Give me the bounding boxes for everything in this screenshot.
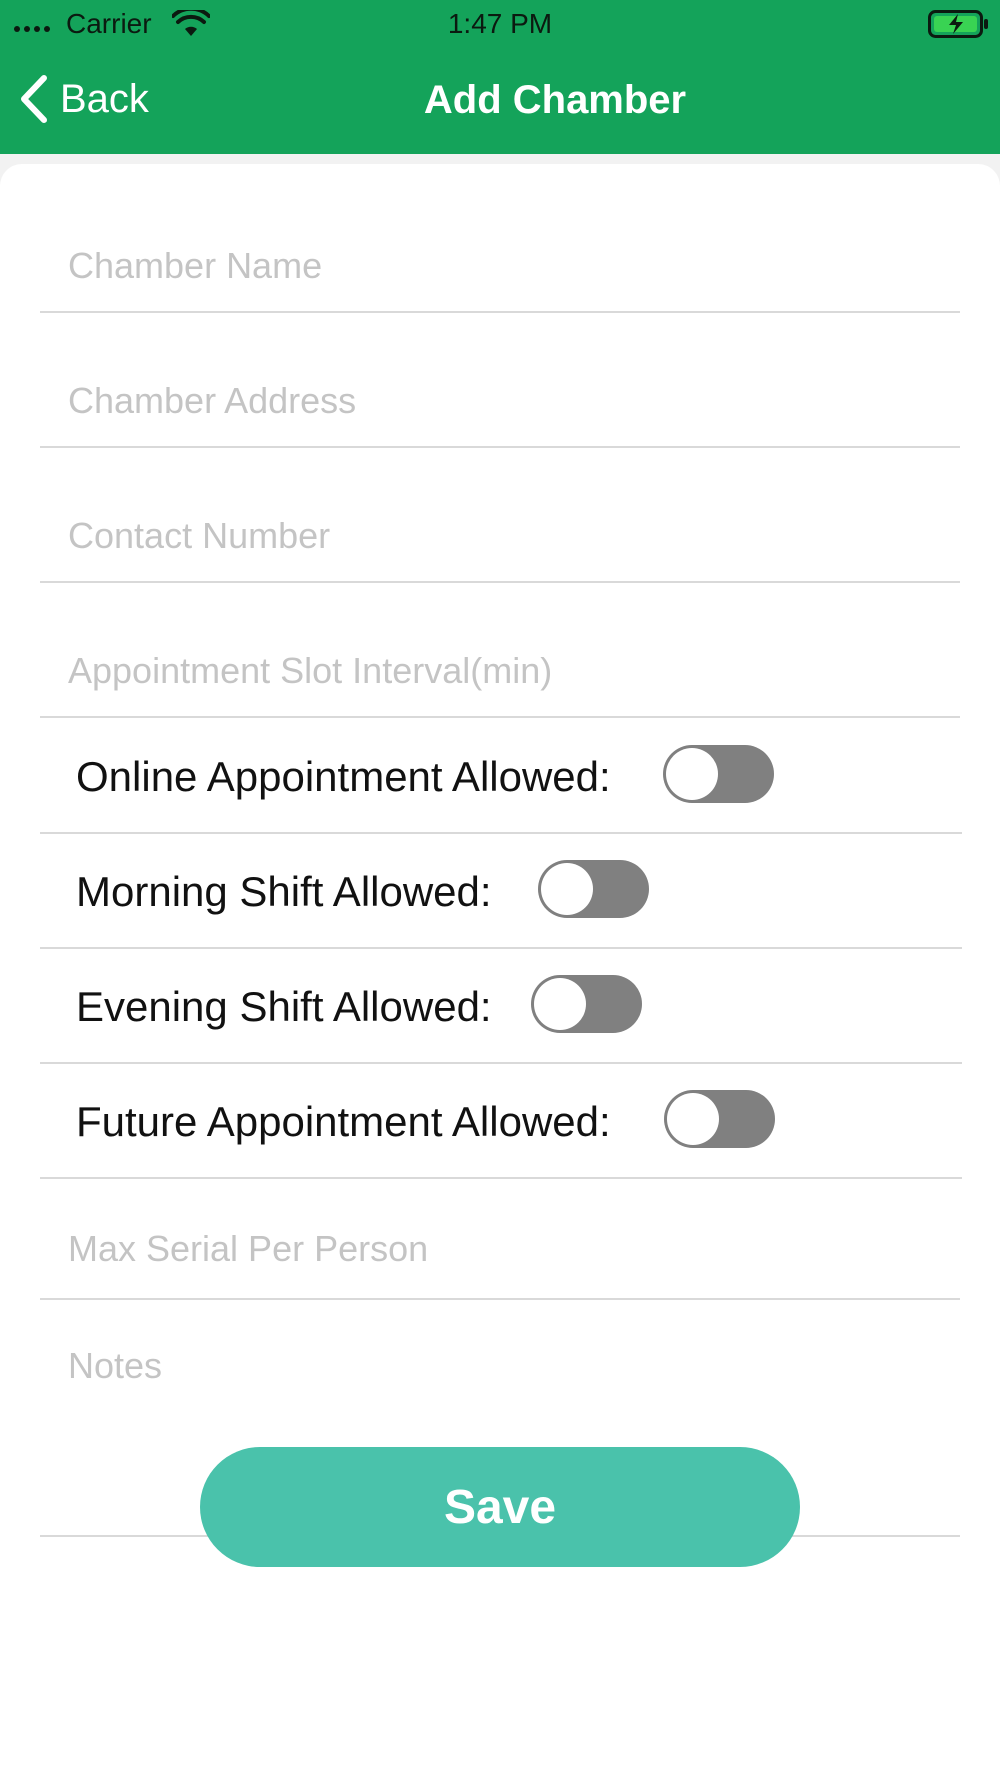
morning-shift-switch[interactable]: [538, 860, 649, 918]
online-appointment-label: Online Appointment Allowed:: [76, 753, 611, 800]
future-appointment-switch[interactable]: [664, 1090, 775, 1148]
battery-charging-icon: [928, 10, 990, 45]
online-appointment-row: Online Appointment Allowed:: [40, 719, 962, 834]
contact-number-input[interactable]: [68, 506, 948, 566]
chamber-address-input[interactable]: [68, 371, 948, 431]
switch-knob: [541, 863, 593, 915]
future-appointment-row: Future Appointment Allowed:: [40, 1064, 962, 1179]
max-serial-field: [40, 1205, 960, 1300]
navigation-bar: Back Add Chamber: [0, 48, 1000, 154]
contact-number-field: [40, 498, 960, 583]
chamber-address-field: [40, 363, 960, 448]
switch-knob: [667, 1093, 719, 1145]
evening-shift-switch[interactable]: [531, 975, 642, 1033]
page-title: Add Chamber: [423, 78, 687, 122]
switch-knob: [534, 978, 586, 1030]
morning-shift-row: Morning Shift Allowed:: [40, 834, 962, 949]
morning-shift-label: Morning Shift Allowed:: [76, 868, 492, 915]
status-bar: Carrier 1:47 PM: [0, 0, 1000, 48]
slot-interval-input[interactable]: [68, 641, 948, 701]
switch-knob: [666, 748, 718, 800]
chamber-name-field: [40, 228, 960, 313]
chamber-name-input[interactable]: [68, 236, 948, 296]
status-time: 1:47 PM: [447, 8, 553, 39]
max-serial-input[interactable]: [68, 1219, 948, 1279]
slot-interval-field: [40, 633, 960, 718]
save-button[interactable]: Save: [200, 1447, 800, 1567]
future-appointment-label: Future Appointment Allowed:: [76, 1098, 611, 1145]
header-bar: Carrier 1:47 PM Back Add Chamber: [0, 0, 1000, 154]
online-appointment-switch[interactable]: [663, 745, 774, 803]
evening-shift-row: Evening Shift Allowed:: [40, 949, 962, 1064]
evening-shift-label: Evening Shift Allowed:: [76, 983, 492, 1030]
